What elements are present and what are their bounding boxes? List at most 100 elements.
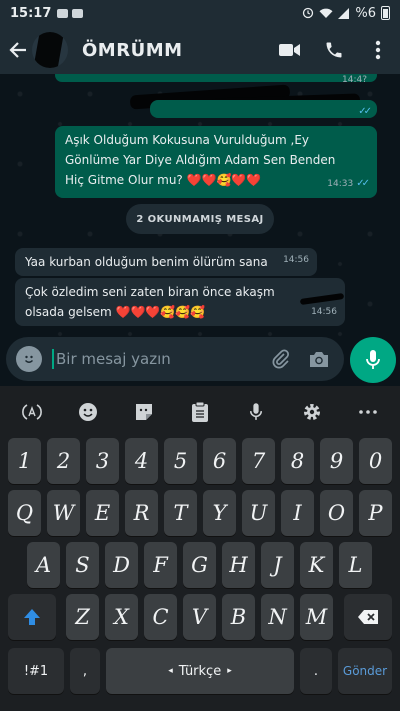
period-key[interactable]: . [300,648,332,694]
key-k[interactable]: K [300,542,333,588]
key-y[interactable]: Y [203,490,236,536]
camera-button[interactable] [304,344,334,374]
message-time: 14:56 [283,255,309,265]
back-arrow-icon [9,42,26,58]
key-w[interactable]: W [47,490,80,536]
key-x[interactable]: X [105,594,138,640]
emoji-keyboard-button[interactable] [68,392,108,432]
backspace-key[interactable] [344,594,392,640]
battery-percent: %6 [355,5,376,21]
paperclip-icon [272,349,289,369]
key-q[interactable]: Q [8,490,41,536]
sticker-button[interactable] [124,392,164,432]
message-outgoing-redacted[interactable]: ✓✓ [150,100,377,118]
key-a[interactable]: A [27,542,60,588]
key-d[interactable]: D [105,542,138,588]
key-j[interactable]: J [261,542,294,588]
key-2[interactable]: 2 [47,438,80,484]
gear-icon [304,404,320,420]
key-t[interactable]: T [164,490,197,536]
contact-name[interactable]: ÖMRÜMM [82,40,183,61]
read-ticks-icon: ✓✓ [358,106,372,117]
whatsapp-chat-screen: 15:17 %6 ÖMRÜMM 14:4? ✓✓ Aşık Olduğum Ko… [0,0,400,711]
message-composer [6,337,344,381]
youtube-notification-icon [57,8,69,18]
alarm-icon [303,7,314,19]
clipboard-icon [192,401,208,422]
key-7[interactable]: 7 [242,438,275,484]
key-4[interactable]: 4 [125,438,158,484]
microphone-icon [366,350,380,369]
key-h[interactable]: H [222,542,255,588]
message-input[interactable] [56,350,246,368]
message-incoming[interactable]: Çok özledim seni zaten biran önce akaşm … [15,278,345,326]
status-time: 15:17 [10,5,52,21]
key-5[interactable]: 5 [164,438,197,484]
keyboard-settings-button[interactable] [292,392,332,432]
key-l[interactable]: L [339,542,372,588]
message-outgoing[interactable]: Aşık Olduğum Kokusuna Vurulduğum ,Ey Gön… [55,126,377,198]
shift-arrow-icon [24,609,40,625]
chat-header: ÖMRÜMM [0,26,400,74]
key-u[interactable]: U [242,490,275,536]
status-bar: 15:17 %6 [0,0,400,26]
gallery-notification-icon [72,8,84,18]
key-f[interactable]: F [144,542,177,588]
attach-button[interactable] [266,344,296,374]
voice-message-button[interactable] [350,337,396,383]
key-9[interactable]: 9 [320,438,353,484]
key-m[interactable]: M [300,594,333,640]
read-ticks-icon: ✓✓ [356,178,370,189]
header-actions [268,28,400,72]
message-time: 14:33 [327,179,354,189]
message-meta: 14:33 ✓✓ [327,174,370,194]
wifi-icon [319,8,333,18]
key-3[interactable]: 3 [86,438,119,484]
space-language-label: Türkçe [178,663,222,679]
key-p[interactable]: P [359,490,392,536]
key-1[interactable]: 1 [8,438,41,484]
more-options-button[interactable] [356,28,400,72]
sticker-icon [136,404,152,420]
key-c[interactable]: C [144,594,177,640]
key-r[interactable]: R [125,490,158,536]
microphone-icon [249,403,263,420]
emoji-icon [25,355,33,363]
space-key[interactable]: ◂ Türkçe ▸ [106,648,294,694]
voice-call-button[interactable] [312,28,356,72]
key-8[interactable]: 8 [281,438,314,484]
contact-avatar[interactable] [32,32,68,68]
shift-key[interactable] [8,594,56,640]
unread-messages-divider: 2 OKUNMAMIŞ MESAJ [126,204,274,234]
video-call-button[interactable] [268,28,312,72]
emoji-button[interactable] [16,346,42,372]
space-right-arrow-icon: ▸ [227,666,232,676]
emoji-icon [79,403,97,421]
key-b[interactable]: B [222,594,255,640]
key-0[interactable]: 0 [359,438,392,484]
key-n[interactable]: N [261,594,294,640]
voice-input-button[interactable] [236,392,276,432]
message-incoming[interactable]: Yaa kurban olduğum benim ölürüm sana 14:… [15,248,317,276]
ellipsis-icon [359,410,377,414]
back-button[interactable] [6,30,30,70]
message-outgoing-partial[interactable]: 14:4? [55,74,377,85]
key-v[interactable]: V [183,594,216,640]
text-cycle-icon [22,404,42,420]
symbols-key[interactable]: !#1 [8,648,64,694]
more-tools-button[interactable] [348,392,388,432]
phone-icon [326,42,342,58]
key-o[interactable]: O [320,490,353,536]
key-i[interactable]: I [281,490,314,536]
key-g[interactable]: G [183,542,216,588]
key-z[interactable]: Z [66,594,99,640]
translate-toggle[interactable] [12,392,52,432]
send-key[interactable]: Gönder [338,648,392,694]
key-6[interactable]: 6 [203,438,236,484]
clipboard-button[interactable] [180,392,220,432]
key-s[interactable]: S [66,542,99,588]
camera-icon [310,351,328,367]
comma-key[interactable]: , [70,648,100,694]
status-right-group: %6 [302,6,390,21]
key-e[interactable]: E [86,490,119,536]
